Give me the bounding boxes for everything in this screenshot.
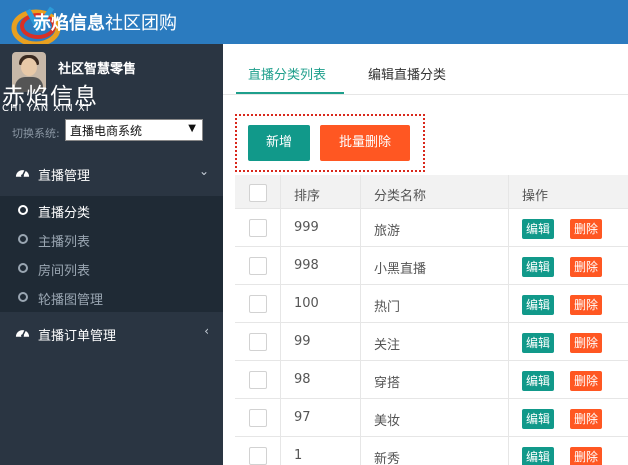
delete-button[interactable]: 删除 <box>570 371 603 391</box>
brand-title-light: 社区团购 <box>105 13 177 34</box>
sidebar-item-label: 主播列表 <box>38 235 91 250</box>
brand-title-bold: 赤焰信息 <box>33 13 105 34</box>
system-switch: 切换系统: 直播电商系统 ▼ <box>0 117 223 147</box>
main-content: 直播分类列表 编辑直播分类 新增 批量删除 排序 分类名称 操作 999 旅游 … <box>223 44 628 465</box>
row-checkbox[interactable] <box>249 295 267 313</box>
row-sort: 998 <box>294 258 319 273</box>
edit-button[interactable]: 编辑 <box>522 219 555 239</box>
row-name: 新秀 <box>374 452 401 465</box>
tab-bar: 直播分类列表 编辑直播分类 <box>223 44 628 95</box>
user-name: 社区智慧零售 <box>58 62 137 77</box>
row-sort: 100 <box>294 296 319 311</box>
sidebar-item-label: 房间列表 <box>38 264 91 279</box>
menu-group-live[interactable]: 直播管理 ⌄ <box>0 155 223 191</box>
delete-button[interactable]: 删除 <box>570 447 603 465</box>
sidebar-item-carousel[interactable]: 轮播图管理 <box>0 283 223 312</box>
table-row: 99 关注 编辑 删除 <box>235 323 628 361</box>
edit-button[interactable]: 编辑 <box>522 409 555 429</box>
table-row: 999 旅游 编辑 删除 <box>235 209 628 247</box>
circle-icon <box>18 234 28 244</box>
table-row: 97 美妆 编辑 删除 <box>235 399 628 437</box>
header-op: 操作 <box>522 189 549 204</box>
select-all-checkbox[interactable] <box>249 184 267 202</box>
header-sort: 排序 <box>294 189 321 204</box>
submenu-live: 直播分类 主播列表 房间列表 轮播图管理 <box>0 196 223 312</box>
delete-button[interactable]: 删除 <box>570 409 603 429</box>
table-row: 998 小黑直播 编辑 删除 <box>235 247 628 285</box>
table-header: 排序 分类名称 操作 <box>235 175 628 209</box>
table-row: 98 穿搭 编辑 删除 <box>235 361 628 399</box>
row-sort: 98 <box>294 372 311 387</box>
edit-button[interactable]: 编辑 <box>522 257 555 277</box>
row-name: 穿搭 <box>374 376 401 391</box>
chevron-left-icon: ‹ <box>204 324 209 338</box>
row-checkbox[interactable] <box>249 371 267 389</box>
edit-button[interactable]: 编辑 <box>522 295 555 315</box>
circle-icon <box>18 292 28 302</box>
table-row: 100 热门 编辑 删除 <box>235 285 628 323</box>
delete-button[interactable]: 删除 <box>570 295 603 315</box>
batch-delete-button[interactable]: 批量删除 <box>320 125 410 161</box>
circle-icon <box>18 205 28 215</box>
sidebar: 赤焰信息社区团购 社区智慧零售 赤焰信息 CHI YAN XIN XI 切换系统… <box>0 0 223 465</box>
system-select-value: 直播电商系统 <box>70 124 143 138</box>
sidebar-item-anchor-list[interactable]: 主播列表 <box>0 225 223 254</box>
edit-button[interactable]: 编辑 <box>522 371 555 391</box>
menu-group-label: 直播管理 <box>38 169 91 184</box>
dashboard-icon <box>15 169 30 178</box>
edit-button[interactable]: 编辑 <box>522 333 555 353</box>
delete-button[interactable]: 删除 <box>570 257 603 277</box>
menu-group-label: 直播订单管理 <box>38 329 117 344</box>
chevron-down-icon: ▼ <box>188 123 196 134</box>
row-checkbox[interactable] <box>249 409 267 427</box>
row-name: 小黑直播 <box>374 262 427 277</box>
dashboard-icon <box>15 329 30 338</box>
header-name: 分类名称 <box>374 189 427 204</box>
sidebar-item-live-category[interactable]: 直播分类 <box>0 196 223 225</box>
tab-underline <box>236 92 344 94</box>
row-checkbox[interactable] <box>249 333 267 351</box>
circle-icon <box>18 263 28 273</box>
sidebar-item-room-list[interactable]: 房间列表 <box>0 254 223 283</box>
tab-live-category-list[interactable]: 直播分类列表 <box>248 64 326 83</box>
row-sort: 97 <box>294 410 311 425</box>
table-row: 1 新秀 编辑 删除 <box>235 437 628 465</box>
row-checkbox[interactable] <box>249 257 267 275</box>
row-name: 旅游 <box>374 224 401 239</box>
top-bar <box>223 0 628 44</box>
brand-title: 赤焰信息社区团购 <box>33 9 177 35</box>
add-button[interactable]: 新增 <box>248 125 310 161</box>
menu-group-live-orders[interactable]: 直播订单管理 ‹ <box>0 315 223 351</box>
row-sort: 1 <box>294 448 303 463</box>
row-checkbox[interactable] <box>249 219 267 237</box>
system-select[interactable]: 直播电商系统 ▼ <box>65 119 203 141</box>
row-sort: 99 <box>294 334 311 349</box>
brand-bar: 赤焰信息社区团购 <box>0 0 223 47</box>
watermark-en: CHI YAN XIN XI <box>2 103 90 114</box>
chevron-down-icon: ⌄ <box>198 164 209 178</box>
delete-button[interactable]: 删除 <box>570 333 603 353</box>
sidebar-item-label: 直播分类 <box>38 206 91 221</box>
delete-button[interactable]: 删除 <box>570 219 603 239</box>
row-name: 热门 <box>374 300 401 315</box>
row-sort: 999 <box>294 220 319 235</box>
row-name: 美妆 <box>374 414 401 429</box>
tab-edit-live-category[interactable]: 编辑直播分类 <box>368 64 446 83</box>
switch-label: 切换系统: <box>12 127 60 140</box>
edit-button[interactable]: 编辑 <box>522 447 555 465</box>
sidebar-item-label: 轮播图管理 <box>38 293 104 308</box>
row-name: 关注 <box>374 338 401 353</box>
row-checkbox[interactable] <box>249 447 267 465</box>
